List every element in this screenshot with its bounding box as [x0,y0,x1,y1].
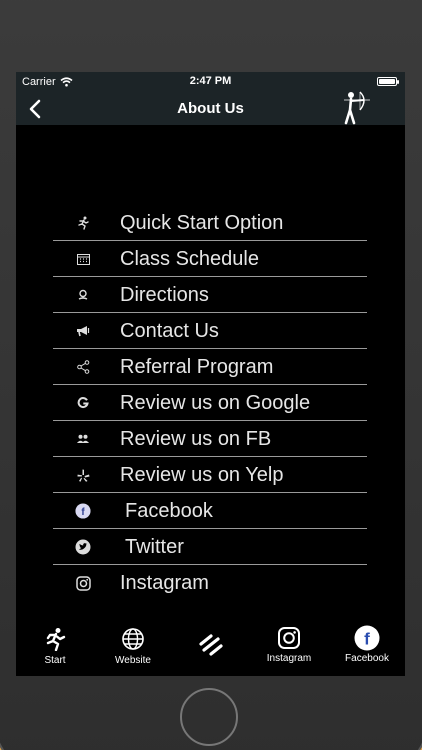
menu-item-label: Class Schedule [120,248,259,270]
navigation-bar: About Us [16,91,405,125]
yelp-icon [75,467,91,483]
tab-start[interactable]: Start [16,618,94,676]
menu-item-label: Referral Program [120,356,274,378]
menu-item-review-yelp[interactable]: Review us on Yelp [53,457,367,493]
instagram-icon [250,625,328,651]
menu-lines-icon [172,632,250,658]
menu-item-referral-program[interactable]: Referral Program [53,349,367,385]
map-pin-icon [75,287,91,303]
tab-label: Instagram [266,653,312,664]
status-bar: Carrier 2:47 PM [16,72,405,92]
menu-item-quick-start[interactable]: Quick Start Option [53,205,367,241]
megaphone-icon [75,323,91,339]
menu-item-label: Review us on FB [120,428,272,450]
menu-item-directions[interactable]: Directions [53,277,367,313]
tab-facebook[interactable]: f Facebook [328,618,405,676]
home-button[interactable] [180,688,238,746]
menu-item-twitter[interactable]: Twitter [53,529,367,565]
menu-item-label: Facebook [125,500,213,522]
menu-item-review-fb[interactable]: Review us on FB [53,421,367,457]
bottom-tab-bar: Start Website Instagram f Facebook [16,618,405,676]
svg-text:f: f [364,630,370,649]
menu-item-instagram[interactable]: Instagram [53,565,367,601]
menu-item-class-schedule[interactable]: Class Schedule [53,241,367,277]
twitter-icon [75,539,91,555]
menu-item-label: Review us on Yelp [120,464,284,486]
archer-logo [344,91,370,125]
menu-item-facebook[interactable]: f Facebook [53,493,367,529]
globe-icon [94,626,172,652]
running-icon [75,215,91,231]
app-screen: Carrier 2:47 PM About Us Quick Start Opt… [16,72,405,676]
about-menu-list: Quick Start Option Class Schedule Direct… [53,205,367,601]
calendar-icon [75,251,91,267]
tab-menu[interactable] [172,618,250,676]
battery-icon [377,77,399,86]
tab-label: Website [115,655,151,666]
tab-label: Facebook [345,653,389,664]
facebook-icon: f [75,503,91,519]
clock: 2:47 PM [189,75,232,87]
menu-item-label: Quick Start Option [120,212,284,234]
instagram-icon [75,575,91,591]
tab-website[interactable]: Website [94,618,172,676]
menu-item-contact-us[interactable]: Contact Us [53,313,367,349]
running-icon [16,626,94,652]
menu-item-label: Review us on Google [120,392,311,414]
google-icon [75,395,91,411]
menu-item-review-google[interactable]: Review us on Google [53,385,367,421]
menu-item-label: Directions [120,284,209,306]
tab-label: Start [44,655,66,666]
facebook-icon: f [328,625,405,651]
menu-item-label: Twitter [125,536,184,558]
tab-instagram[interactable]: Instagram [250,618,328,676]
menu-item-label: Instagram [120,572,209,594]
users-icon [75,431,91,447]
share-icon [75,359,91,375]
menu-item-label: Contact Us [120,320,219,342]
